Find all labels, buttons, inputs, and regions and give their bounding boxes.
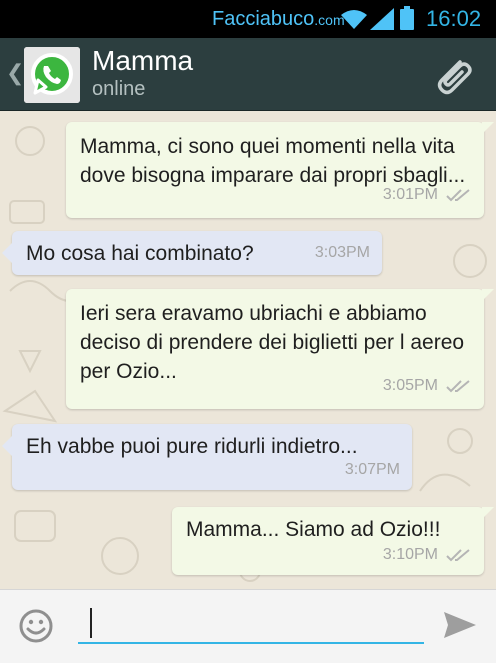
message-meta: 3:01PM (383, 180, 472, 209)
contact-avatar[interactable] (24, 47, 80, 103)
bubble-tail (482, 122, 494, 134)
message-meta: 3:03PM (315, 238, 370, 267)
status-time: 16:02 (426, 6, 482, 31)
message-time: 3:10PM (382, 546, 438, 563)
double-check-icon (446, 188, 470, 201)
message-bubble-incoming[interactable]: Eh vabbe puoi pure ridurli indietro... 3… (2, 424, 412, 490)
bubble-tail (482, 289, 494, 301)
status-brand-main: Facciabuco (212, 8, 315, 30)
signal-icon (370, 8, 394, 30)
whatsapp-logo-icon (24, 47, 80, 103)
message-bubble-outgoing[interactable]: Mamma... Siamo ad Ozio!!! 3:10PM (172, 507, 494, 575)
paperclip-icon[interactable] (430, 52, 476, 98)
message-text: Eh vabbe puoi pure ridurli indietro... (26, 435, 358, 458)
message-bubble-incoming[interactable]: Mo cosa hai combinato? 3:03PM (2, 231, 382, 275)
message-list[interactable]: Mamma, ci sono quei momenti nella vita d… (0, 111, 496, 589)
chevron-left-icon[interactable]: ❮ (6, 60, 24, 86)
message-time: 3:05PM (382, 377, 438, 394)
message-bubble-outgoing[interactable]: Mamma, ci sono quei momenti nella vita d… (66, 122, 494, 218)
message-time: 3:01PM (382, 186, 438, 203)
chat-header: ❮ Mamma online (0, 38, 496, 111)
message-time: 3:03PM (314, 244, 370, 261)
wifi-icon (341, 10, 367, 29)
battery-icon (400, 6, 414, 30)
bubble-tail (2, 436, 12, 456)
message-meta: 3:10PM (383, 540, 472, 569)
message-input[interactable] (78, 604, 424, 644)
status-bar: Facciabuco.com 16:02 (0, 0, 496, 38)
message-bubble-outgoing[interactable]: Ieri sera eravamo ubriachi e abbiamo dec… (66, 289, 494, 409)
text-caret (90, 608, 92, 638)
bubble-tail (2, 243, 12, 263)
send-arrow-icon[interactable] (442, 610, 478, 640)
smiley-icon[interactable] (18, 608, 54, 644)
message-meta: 3:05PM (383, 371, 472, 400)
contact-status: online (92, 78, 146, 100)
message-meta: 3:07PM (345, 455, 400, 484)
message-time: 3:07PM (344, 461, 400, 478)
compose-bar (0, 589, 496, 663)
double-check-icon (446, 548, 470, 561)
bubble-tail (482, 507, 494, 519)
status-brand: Facciabuco.com (212, 8, 345, 31)
contact-name[interactable]: Mamma (92, 45, 193, 77)
double-check-icon (446, 379, 470, 392)
